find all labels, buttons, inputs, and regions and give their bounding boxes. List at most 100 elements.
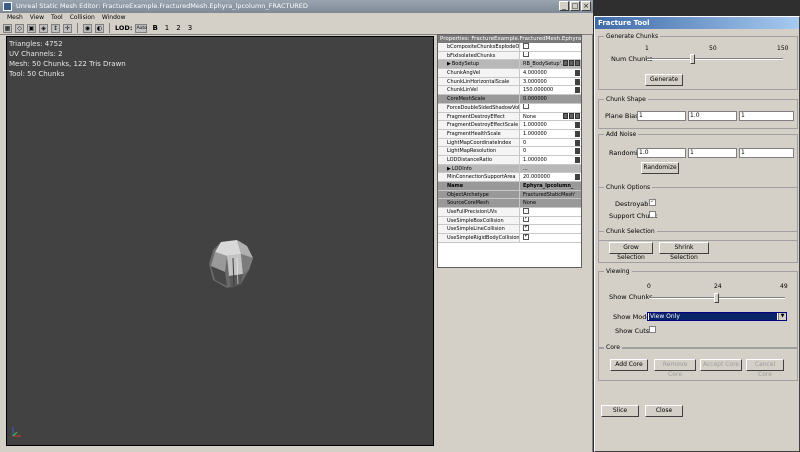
fractured-mesh-preview[interactable] <box>207 240 257 290</box>
spin-arrows-icon[interactable] <box>575 139 580 146</box>
lod-3-button[interactable]: 3 <box>186 24 194 32</box>
property-checkbox[interactable] <box>523 208 529 214</box>
property-value[interactable]: FracturedStaticMesh' <box>520 190 581 199</box>
property-checkbox[interactable] <box>523 51 529 58</box>
menu-tool[interactable]: Tool <box>51 13 63 22</box>
randomize-button[interactable]: Randomize <box>641 162 679 174</box>
collision-icon[interactable]: ◈ <box>39 23 48 33</box>
lod-base-button[interactable]: B <box>150 24 159 32</box>
property-checkbox[interactable] <box>523 103 529 110</box>
grow-selection-button[interactable]: Grow Selection <box>609 242 653 261</box>
wireframe-icon[interactable]: ◇ <box>15 23 24 33</box>
property-value[interactable]: RB_BodySetup'... <box>520 60 581 69</box>
property-row[interactable]: UseSimpleRigidBodyCollision <box>438 234 581 243</box>
property-row[interactable]: ForceDoubleSidedShadowVolume <box>438 103 581 113</box>
menu-mesh[interactable]: Mesh <box>7 13 23 22</box>
browse-icon[interactable] <box>569 60 574 67</box>
maximize-icon[interactable]: □ <box>570 1 580 11</box>
property-row[interactable]: UseSimpleLineCollision <box>438 225 581 235</box>
add-core-button[interactable]: Add Core <box>610 359 648 371</box>
close-button[interactable]: Close <box>645 405 683 417</box>
property-value[interactable] <box>520 234 581 242</box>
property-value[interactable]: 1.000000 <box>520 130 581 138</box>
property-value[interactable]: None <box>520 199 581 208</box>
property-checkbox[interactable] <box>523 225 529 231</box>
lod-1-button[interactable]: 1 <box>163 24 171 32</box>
spin-arrows-icon[interactable] <box>575 130 580 137</box>
property-value[interactable] <box>520 208 581 216</box>
property-row[interactable]: ChunkLinHorizontalScale 3.000000 <box>438 77 581 87</box>
spin-arrows-icon[interactable] <box>575 156 580 163</box>
property-value[interactable]: ... <box>520 164 581 173</box>
grid-icon[interactable]: ▦ <box>3 23 12 33</box>
expand-arrow-icon[interactable]: ▶ <box>447 166 451 172</box>
menu-window[interactable]: Window <box>102 13 126 22</box>
property-value[interactable]: 150.000000 <box>520 86 581 94</box>
plane-bias-z-input[interactable]: 1 <box>739 111 794 121</box>
browse-icon[interactable] <box>569 112 574 119</box>
num-chunks-slider[interactable] <box>647 58 783 60</box>
property-row[interactable]: LightMapCoordinateIndex 0 <box>438 138 581 148</box>
noise-y-input[interactable]: 1 <box>688 148 737 158</box>
property-row[interactable]: CoreMeshScale 0.000000 <box>438 95 581 104</box>
slice-button[interactable]: Slice <box>601 405 639 417</box>
plane-bias-x-input[interactable]: 1 <box>637 111 686 121</box>
property-value[interactable] <box>520 216 581 225</box>
property-value[interactable] <box>520 103 581 112</box>
chevron-down-icon[interactable]: ▼ <box>778 313 786 320</box>
spin-arrows-icon[interactable] <box>575 174 580 181</box>
destroyable-checkbox[interactable] <box>649 197 656 206</box>
clear-icon[interactable] <box>575 60 580 67</box>
menu-collision[interactable]: Collision <box>70 13 95 22</box>
spin-arrows-icon[interactable] <box>575 122 580 129</box>
property-row[interactable]: ObjectArchetype FracturedStaticMesh' <box>438 190 581 200</box>
expand-arrow-icon[interactable]: ▶ <box>447 61 451 67</box>
property-row[interactable]: FragmentDestroyEffectScale 1.000000 <box>438 121 581 130</box>
property-value[interactable]: Ephyra_lpcolumn_ <box>520 182 581 190</box>
property-value[interactable]: 0.000000 <box>520 95 581 103</box>
show-chunks-slider-thumb[interactable] <box>713 293 719 303</box>
close-icon[interactable]: × <box>581 1 591 11</box>
mesh-viewport[interactable]: Triangles: 4752 UV Channels: 2 Mesh: 50 … <box>6 36 434 446</box>
property-value[interactable] <box>520 225 581 233</box>
property-row[interactable]: ▶BodySetup RB_BodySetup'... <box>438 60 581 70</box>
property-row[interactable]: UseFullPrecisionUVs <box>438 208 581 217</box>
property-row[interactable]: SourceCoreMesh None <box>438 199 581 209</box>
property-value[interactable]: 3.000000 <box>520 78 581 86</box>
property-row[interactable]: FragmentDestroyEffect None <box>438 112 581 122</box>
property-value[interactable] <box>520 51 581 60</box>
minimize-icon[interactable]: _ <box>559 1 569 11</box>
property-row[interactable]: Name Ephyra_lpcolumn_ <box>438 182 581 191</box>
noise-z-input[interactable]: 1 <box>739 148 794 158</box>
property-value[interactable]: 20.000000 <box>520 173 581 181</box>
normals-icon[interactable]: ↕ <box>51 23 60 33</box>
property-value[interactable]: 1.000000 <box>520 121 581 129</box>
clear-icon[interactable] <box>575 112 580 119</box>
property-value[interactable]: 1.000000 <box>520 156 581 164</box>
support-chunk-checkbox[interactable] <box>649 211 656 218</box>
show-cuts-checkbox[interactable] <box>649 326 656 333</box>
property-row[interactable]: bFixIsolatedChunks <box>438 51 581 61</box>
generate-button[interactable]: Generate <box>645 74 683 86</box>
property-checkbox[interactable] <box>523 216 529 223</box>
property-value[interactable]: 0 <box>520 139 581 147</box>
lod-2-button[interactable]: 2 <box>174 24 182 32</box>
shrink-selection-button[interactable]: Shrink Selection <box>659 242 709 261</box>
accept-core-button[interactable]: Accept Core <box>700 359 742 371</box>
property-row[interactable]: ChunkLinVel 150.000000 <box>438 86 581 96</box>
camera-icon[interactable]: ◐ <box>95 23 104 33</box>
plane-bias-y-input[interactable]: 1.0 <box>688 111 737 121</box>
property-checkbox[interactable] <box>523 43 529 49</box>
spin-arrows-icon[interactable] <box>575 87 580 94</box>
screenshot-icon[interactable]: ◉ <box>83 23 92 33</box>
property-row[interactable]: ▶LODInfo... <box>438 164 581 174</box>
menu-view[interactable]: View <box>30 13 44 22</box>
property-value[interactable]: None <box>520 112 581 121</box>
property-row[interactable]: LODDistanceRatio 1.000000 <box>438 155 581 165</box>
spin-arrows-icon[interactable] <box>575 78 580 85</box>
cancel-core-button[interactable]: Cancel Core <box>746 359 784 378</box>
property-value[interactable]: 4.000000 <box>520 69 581 77</box>
property-row[interactable]: bCompositeChunksExplodeOnImpact <box>438 43 581 52</box>
bounds-icon[interactable]: ▣ <box>27 23 36 33</box>
property-checkbox[interactable] <box>523 234 529 240</box>
